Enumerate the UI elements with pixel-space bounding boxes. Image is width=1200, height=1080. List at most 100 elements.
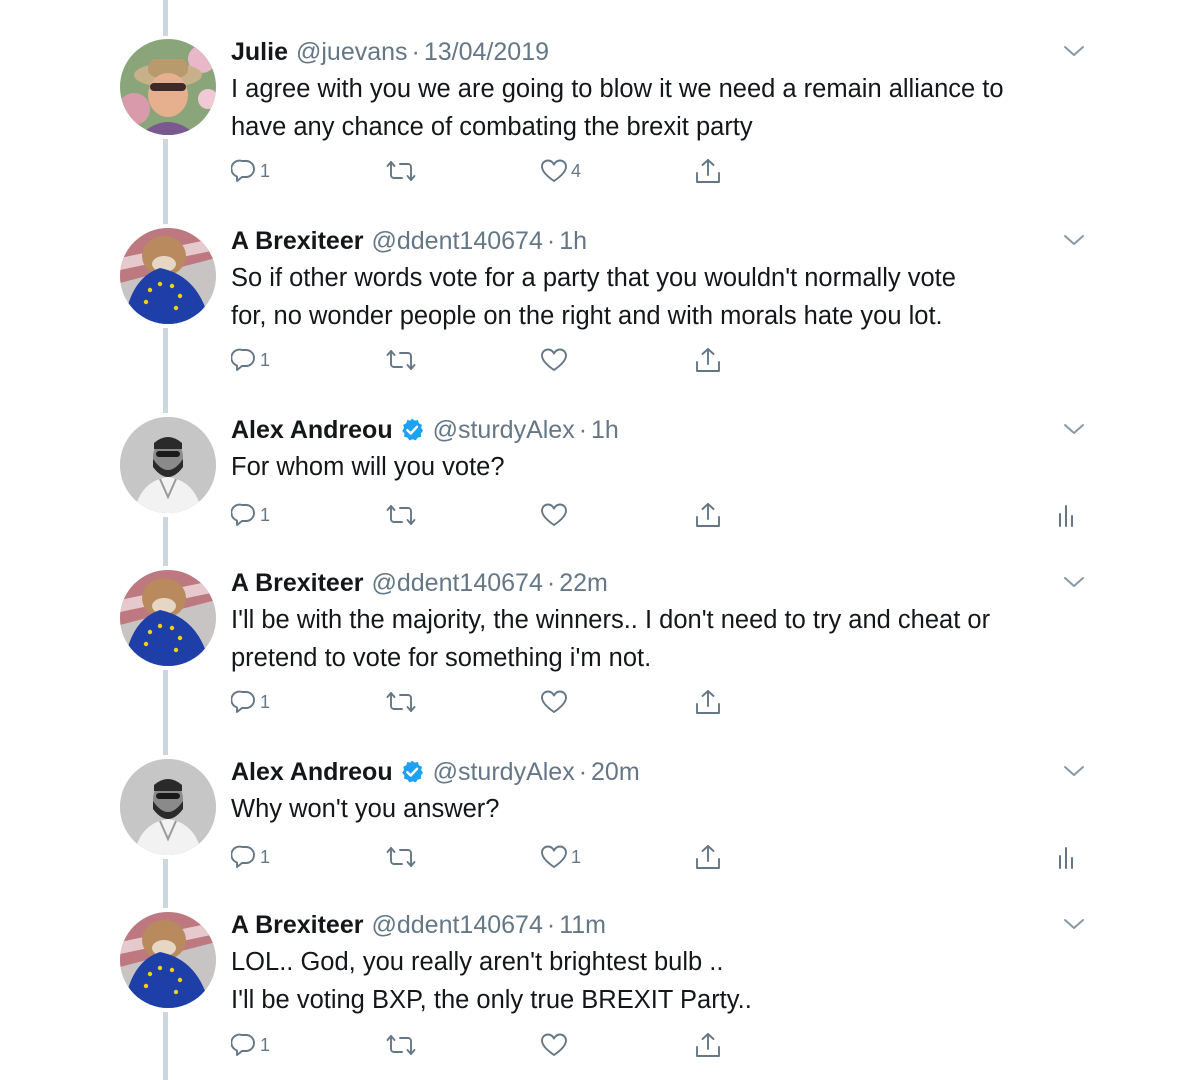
chevron-down-icon[interactable] bbox=[1062, 572, 1086, 592]
share-icon bbox=[696, 159, 720, 183]
reply-count: 1 bbox=[260, 349, 271, 370]
retweet-button[interactable] bbox=[386, 156, 419, 186]
share-icon bbox=[696, 845, 720, 869]
timestamp[interactable]: 1h bbox=[559, 227, 587, 256]
tweet-actions: 1 bbox=[0, 687, 1200, 717]
like-button[interactable] bbox=[540, 500, 571, 530]
avatar[interactable] bbox=[120, 912, 216, 1008]
like-icon bbox=[541, 159, 567, 182]
handle[interactable]: @juevans bbox=[296, 38, 408, 67]
timestamp[interactable]: 22m bbox=[559, 569, 608, 598]
retweet-icon bbox=[386, 1035, 416, 1055]
retweet-icon bbox=[386, 350, 416, 370]
separator-dot: · bbox=[546, 910, 556, 939]
analytics-icon bbox=[1059, 505, 1073, 527]
like-button[interactable]: 4 bbox=[540, 156, 581, 186]
retweet-icon bbox=[386, 161, 416, 181]
tweet-actions: 1 1 bbox=[0, 842, 1200, 872]
analytics-button[interactable] bbox=[1056, 842, 1078, 872]
like-button[interactable]: 1 bbox=[540, 842, 581, 872]
reply-count: 1 bbox=[260, 1034, 271, 1055]
tweet-header: A Brexiteer @ddent140674 · 11m bbox=[231, 908, 606, 942]
tweet-header: Alex Andreou @sturdyAlex · 20m bbox=[231, 755, 640, 789]
retweet-button[interactable] bbox=[386, 842, 419, 872]
tweet-text: Why won't you answer? bbox=[231, 791, 1111, 829]
display-name[interactable]: Julie bbox=[231, 38, 288, 67]
display-name[interactable]: Alex Andreou bbox=[231, 416, 393, 445]
like-icon bbox=[541, 690, 567, 713]
tweet-text: For whom will you vote? bbox=[231, 449, 1111, 487]
thread-line bbox=[163, 0, 168, 36]
avatar[interactable] bbox=[120, 228, 216, 324]
timestamp[interactable]: 13/04/2019 bbox=[424, 38, 549, 67]
handle[interactable]: @sturdyAlex bbox=[433, 416, 575, 445]
timestamp[interactable]: 1h bbox=[591, 416, 619, 445]
share-button[interactable] bbox=[694, 156, 722, 186]
reply-button[interactable]: 1 bbox=[231, 1030, 270, 1060]
thread-line bbox=[163, 1012, 168, 1080]
share-button[interactable] bbox=[694, 345, 722, 375]
reply-button[interactable]: 1 bbox=[231, 687, 270, 717]
thread-line bbox=[163, 670, 168, 755]
retweet-button[interactable] bbox=[386, 500, 419, 530]
chevron-down-icon[interactable] bbox=[1062, 761, 1086, 781]
thread-line bbox=[163, 328, 168, 413]
reply-button[interactable]: 1 bbox=[231, 842, 270, 872]
share-button[interactable] bbox=[694, 1030, 722, 1060]
display-name[interactable]: A Brexiteer bbox=[231, 569, 363, 598]
share-icon bbox=[696, 1033, 720, 1057]
chevron-down-icon[interactable] bbox=[1062, 419, 1086, 439]
share-icon bbox=[696, 348, 720, 372]
share-button[interactable] bbox=[694, 842, 722, 872]
brexiteer-avatar-image bbox=[120, 912, 216, 1008]
reply-button[interactable]: 1 bbox=[231, 345, 270, 375]
reply-button[interactable]: 1 bbox=[231, 500, 270, 530]
tweet-header: A Brexiteer @ddent140674 · 1h bbox=[231, 224, 587, 258]
share-button[interactable] bbox=[694, 687, 722, 717]
alex-avatar-image bbox=[120, 417, 216, 513]
avatar[interactable] bbox=[120, 759, 216, 855]
display-name[interactable]: A Brexiteer bbox=[231, 911, 363, 940]
reply-icon bbox=[231, 845, 255, 868]
display-name[interactable]: A Brexiteer bbox=[231, 227, 363, 256]
chevron-down-icon[interactable] bbox=[1062, 230, 1086, 250]
chevron-down-icon[interactable] bbox=[1062, 914, 1086, 934]
tweet-text: LOL.. God, you really aren't brightest b… bbox=[231, 944, 1111, 1019]
separator-dot: · bbox=[411, 37, 420, 66]
tweet-actions: 1 bbox=[0, 1030, 1200, 1060]
timestamp[interactable]: 20m bbox=[591, 758, 640, 787]
timestamp[interactable]: 11m bbox=[559, 911, 606, 940]
reply-count: 1 bbox=[260, 160, 271, 181]
avatar[interactable] bbox=[120, 570, 216, 666]
tweet-header: Julie @juevans · 13/04/2019 bbox=[231, 35, 549, 69]
like-button[interactable] bbox=[540, 345, 571, 375]
tweet-text: I agree with you we are going to blow it… bbox=[231, 71, 1111, 146]
reply-icon bbox=[231, 159, 255, 182]
reply-button[interactable]: 1 bbox=[231, 156, 270, 186]
handle[interactable]: @sturdyAlex bbox=[433, 758, 575, 787]
tweet-text-line: I'll be with the majority, the winners..… bbox=[231, 606, 991, 634]
retweet-button[interactable] bbox=[386, 1030, 419, 1060]
reply-count: 1 bbox=[260, 504, 271, 525]
tweet-text-line: So if other words vote for a party that … bbox=[231, 264, 956, 292]
brexiteer-avatar-image bbox=[120, 570, 216, 666]
retweet-icon bbox=[386, 505, 416, 525]
avatar[interactable] bbox=[120, 39, 216, 135]
share-button[interactable] bbox=[694, 500, 722, 530]
chevron-down-icon[interactable] bbox=[1062, 41, 1086, 61]
julie-avatar-image bbox=[120, 39, 216, 135]
handle[interactable]: @ddent140674 bbox=[371, 227, 542, 256]
like-button[interactable] bbox=[540, 1030, 571, 1060]
avatar[interactable] bbox=[120, 417, 216, 513]
thread-line bbox=[163, 139, 168, 224]
display-name[interactable]: Alex Andreou bbox=[231, 758, 393, 787]
separator-dot: · bbox=[578, 415, 588, 444]
handle[interactable]: @ddent140674 bbox=[371, 911, 542, 940]
retweet-button[interactable] bbox=[386, 687, 419, 717]
alex-avatar-image bbox=[120, 759, 216, 855]
like-button[interactable] bbox=[540, 687, 571, 717]
verified-badge-icon bbox=[399, 759, 425, 785]
retweet-button[interactable] bbox=[386, 345, 419, 375]
analytics-button[interactable] bbox=[1056, 500, 1078, 530]
handle[interactable]: @ddent140674 bbox=[371, 569, 542, 598]
